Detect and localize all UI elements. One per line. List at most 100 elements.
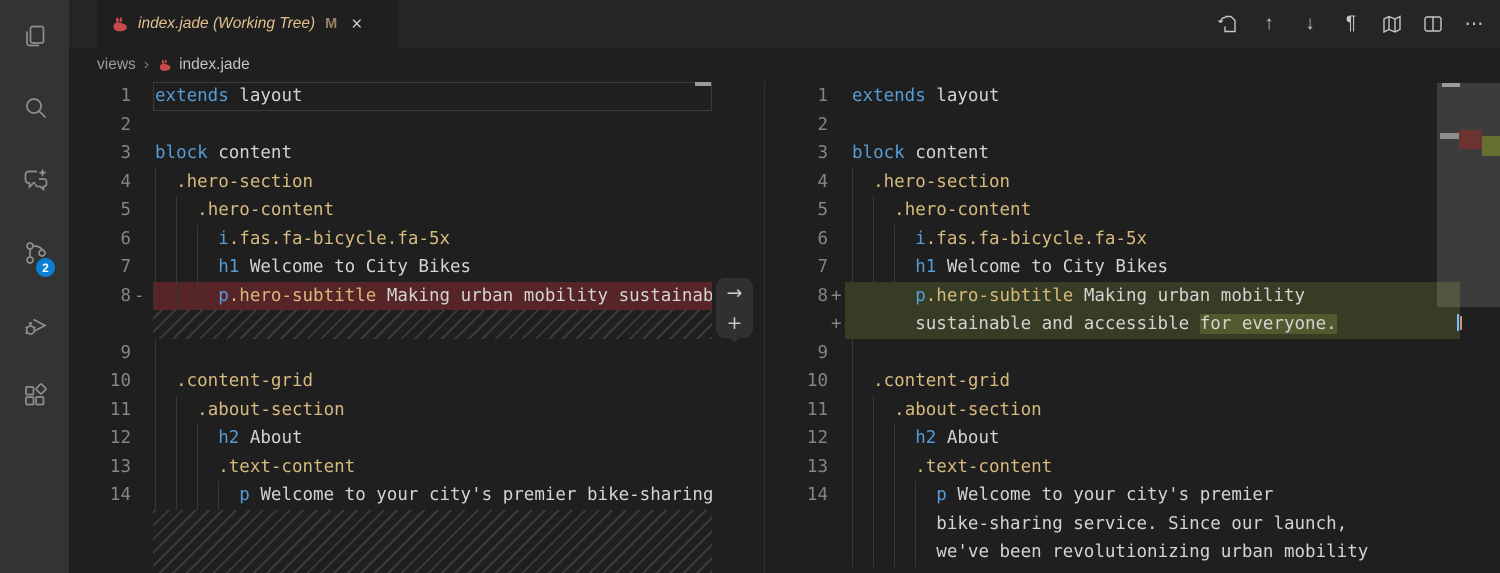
- code-text[interactable]: [153, 111, 712, 140]
- code-line[interactable]: 4 .hero-section: [765, 167, 1437, 196]
- previous-change-icon[interactable]: ↑: [1257, 12, 1281, 36]
- code-line[interactable]: 14 p Welcome to your city's premier bike…: [69, 481, 712, 510]
- code-text[interactable]: bike-sharing service. Since our launch,: [845, 509, 1437, 538]
- code-text[interactable]: p Welcome to your city's premier: [845, 481, 1437, 510]
- code-line[interactable]: we've been revolutionizing urban mobilit…: [765, 538, 1437, 567]
- code-text[interactable]: sustainable and accessible for everyone.: [845, 310, 1437, 339]
- map-icon[interactable]: [1380, 12, 1404, 36]
- line-number: 11: [806, 399, 828, 420]
- indent-guide: [873, 509, 875, 538]
- code-text[interactable]: .content-grid: [845, 367, 1437, 396]
- code-text[interactable]: [845, 111, 1437, 140]
- code-line[interactable]: 12 h2 About: [765, 424, 1437, 453]
- code-text[interactable]: [153, 338, 712, 367]
- add-change-button[interactable]: +: [716, 308, 753, 338]
- code-text[interactable]: i.fas.fa-bicycle.fa-5x: [845, 224, 1437, 253]
- code-line[interactable]: 13 .text-content: [765, 452, 1437, 481]
- code-line[interactable]: 5 .hero-content: [765, 196, 1437, 225]
- code-text[interactable]: we've been revolutionizing urban mobilit…: [845, 538, 1437, 567]
- code-text[interactable]: h2 About: [153, 424, 712, 453]
- breadcrumb-file[interactable]: index.jade: [179, 56, 250, 74]
- code-text[interactable]: h1 Welcome to City Bikes: [153, 253, 712, 282]
- code-text[interactable]: p.hero-subtitle Making urban mobility: [845, 281, 1437, 310]
- code-line[interactable]: 12 h2 About: [69, 424, 712, 453]
- code-text[interactable]: .hero-section: [153, 167, 712, 196]
- code-line[interactable]: 10 .content-grid: [765, 367, 1437, 396]
- code-line[interactable]: 8- p.hero-subtitle Making urban mobility…: [69, 281, 712, 310]
- diff-editor-sash[interactable]: → +: [712, 82, 765, 573]
- code-line[interactable]: bike-sharing service. Since our launch,: [765, 509, 1437, 538]
- code-line[interactable]: 6 i.fas.fa-bicycle.fa-5x: [765, 224, 1437, 253]
- code-text[interactable]: .about-section: [845, 395, 1437, 424]
- code-line[interactable]: 14 p Welcome to your city's premier: [765, 481, 1437, 510]
- code-line[interactable]: + sustainable and accessible for everyon…: [765, 310, 1437, 339]
- code-line[interactable]: 1 extends layout: [765, 82, 1437, 111]
- code-text[interactable]: .hero-content: [845, 196, 1437, 225]
- code-text[interactable]: h2 About: [845, 424, 1437, 453]
- code-line[interactable]: 7 h1 Welcome to City Bikes: [69, 253, 712, 282]
- code-text[interactable]: [845, 338, 1437, 367]
- code-line[interactable]: 2: [69, 111, 712, 140]
- scrollbar-slider[interactable]: [695, 82, 711, 86]
- code-text[interactable]: .about-section: [153, 395, 712, 424]
- breadcrumb: views › index.jade: [69, 48, 1500, 82]
- more-actions-icon[interactable]: ⋯: [1462, 12, 1486, 36]
- diff-modified-editor[interactable]: 1 extends layout 2 3 block content 4 .hero-se…: [765, 82, 1437, 573]
- code-text[interactable]: .text-content: [153, 452, 712, 481]
- close-icon[interactable]: ×: [351, 15, 362, 34]
- code-line[interactable]: 13 .text-content: [69, 452, 712, 481]
- code-line[interactable]: 11 .about-section: [765, 395, 1437, 425]
- code-line[interactable]: 11 .about-section: [69, 395, 712, 424]
- code-text[interactable]: block content: [845, 139, 1437, 168]
- gutter: 3: [765, 139, 845, 168]
- code-text[interactable]: extends layout: [845, 82, 1437, 111]
- code-line[interactable]: 2: [765, 111, 1437, 140]
- code-text[interactable]: .hero-content: [153, 196, 712, 225]
- explorer-icon[interactable]: [0, 0, 69, 72]
- minimap[interactable]: [1437, 82, 1500, 573]
- minimap-slider[interactable]: [1437, 83, 1500, 307]
- search-icon[interactable]: [0, 72, 69, 144]
- code-line[interactable]: 10 .content-grid: [69, 367, 712, 396]
- code-text[interactable]: p.hero-subtitle Making urban mobility su…: [153, 281, 712, 310]
- code-line[interactable]: 7 h1 Welcome to City Bikes: [765, 253, 1437, 282]
- code-text[interactable]: .text-content: [845, 452, 1437, 481]
- open-file-icon[interactable]: [1216, 12, 1240, 36]
- render-whitespace-icon[interactable]: ¶: [1339, 12, 1363, 36]
- code-text[interactable]: [153, 310, 712, 339]
- code-line[interactable]: 4 .hero-section: [69, 167, 712, 196]
- code-text[interactable]: block content: [153, 139, 712, 168]
- code-line[interactable]: 5 .hero-content: [69, 196, 712, 225]
- extensions-icon[interactable]: [0, 360, 69, 432]
- code-line[interactable]: 6 i.fas.fa-bicycle.fa-5x: [69, 224, 712, 253]
- code-line[interactable]: 3 block content: [765, 139, 1437, 168]
- code-text[interactable]: h1 Welcome to City Bikes: [845, 253, 1437, 282]
- code-text[interactable]: i.fas.fa-bicycle.fa-5x: [153, 224, 712, 253]
- code-line[interactable]: 9: [765, 338, 1437, 367]
- revert-change-button[interactable]: →: [716, 278, 753, 308]
- split-editor-icon[interactable]: [1421, 12, 1445, 36]
- code-line[interactable]: 9: [69, 338, 712, 367]
- code-line[interactable]: 3 block content: [69, 139, 712, 168]
- code-text[interactable]: [153, 509, 712, 573]
- token: p: [915, 285, 926, 306]
- run-debug-icon[interactable]: [0, 288, 69, 360]
- breadcrumb-folder[interactable]: views: [97, 56, 136, 74]
- indent-guide: [894, 538, 896, 567]
- scrollbar-slider[interactable]: [1442, 83, 1460, 87]
- chat-icon[interactable]: [0, 144, 69, 216]
- gutter: [765, 538, 845, 567]
- code-text[interactable]: extends layout: [153, 82, 712, 111]
- code-text[interactable]: p Welcome to your city's premier bike-sh…: [153, 481, 712, 510]
- diff-sign: [828, 396, 845, 425]
- next-change-icon[interactable]: ↓: [1298, 12, 1322, 36]
- line-number: 4: [817, 171, 828, 192]
- code-text[interactable]: .content-grid: [153, 367, 712, 396]
- tab-index-jade[interactable]: index.jade (Working Tree) M ×: [97, 0, 397, 48]
- code-line[interactable]: 8 + p.hero-subtitle Making urban mobility: [765, 281, 1437, 310]
- indent-guide: [894, 253, 896, 282]
- source-control-icon[interactable]: 2: [0, 216, 69, 288]
- code-line[interactable]: 1 extends layout: [69, 82, 712, 111]
- code-text[interactable]: .hero-section: [845, 167, 1437, 196]
- diff-original-editor[interactable]: 1 extends layout 2 3 block content 4 .hero-se…: [69, 82, 712, 573]
